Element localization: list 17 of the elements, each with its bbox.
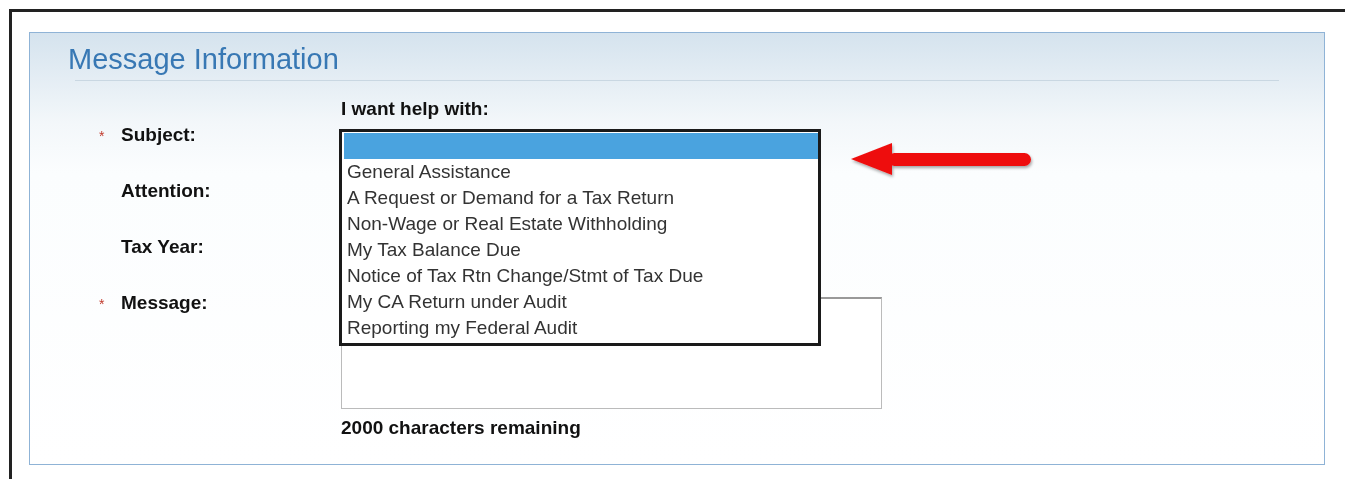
character-counter: 2000 characters remaining bbox=[341, 417, 582, 439]
field-label: Subject: bbox=[121, 124, 196, 146]
subject-option[interactable]: General Assistance bbox=[344, 159, 818, 185]
field-label: Message: bbox=[121, 292, 208, 314]
subject-option[interactable]: A Request or Demand for a Tax Return bbox=[344, 185, 818, 211]
subject-option[interactable]: Reporting my Federal Audit bbox=[344, 315, 818, 341]
field-label: Attention: bbox=[121, 180, 211, 202]
required-mark: * bbox=[99, 296, 105, 312]
panel-title: Message Information bbox=[67, 42, 340, 77]
field-label: Tax Year: bbox=[121, 236, 204, 258]
subject-option[interactable]: Notice of Tax Rtn Change/Stmt of Tax Due bbox=[344, 263, 818, 289]
subject-option[interactable]: My Tax Balance Due bbox=[344, 237, 818, 263]
subject-prompt: I want help with: bbox=[341, 97, 490, 121]
subject-option[interactable]: Non-Wage or Real Estate Withholding bbox=[344, 211, 818, 237]
subject-dropdown-menu[interactable] bbox=[339, 129, 821, 346]
subject-option[interactable]: My CA Return under Audit bbox=[344, 289, 818, 315]
required-mark: * bbox=[99, 128, 105, 144]
